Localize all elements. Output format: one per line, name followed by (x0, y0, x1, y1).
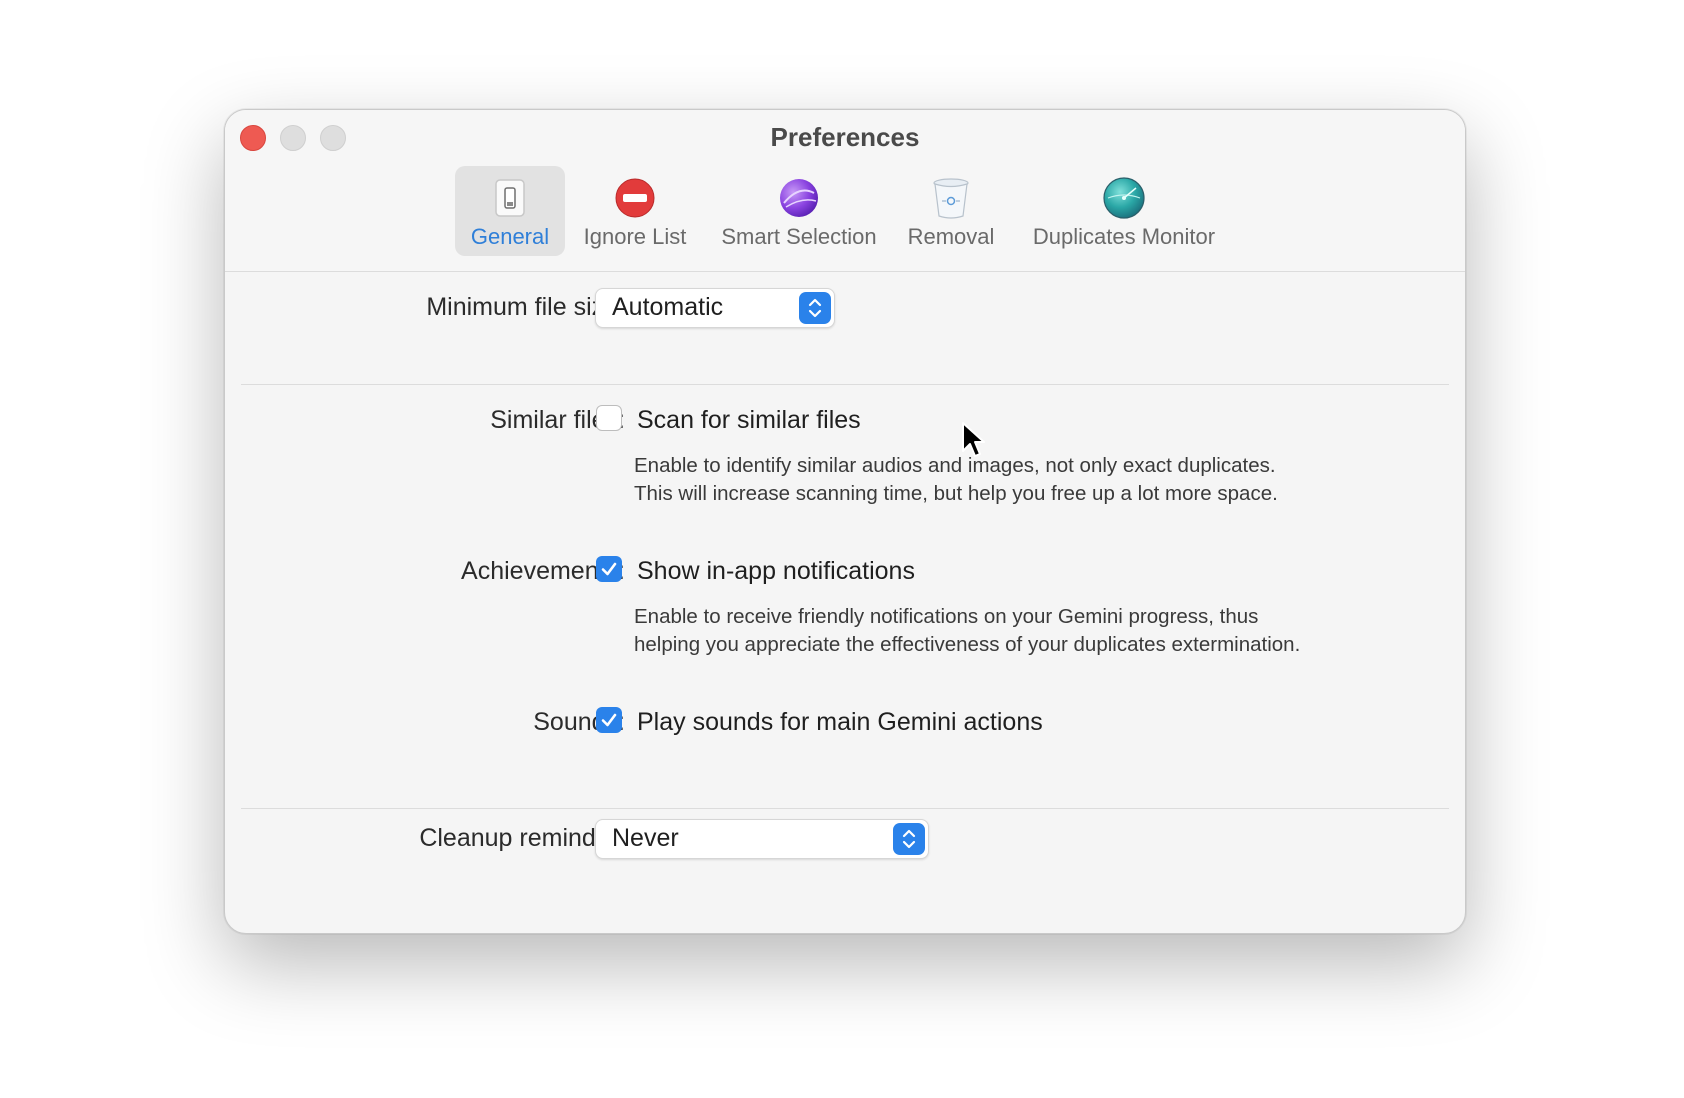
preferences-window: Preferences General Ignore List Smart Se… (224, 109, 1466, 934)
tab-duplicates-monitor[interactable]: Duplicates Monitor (1013, 166, 1235, 256)
preferences-toolbar: General Ignore List Smart Selection Remo… (225, 166, 1465, 262)
tab-smart-selection-label: Smart Selection (721, 224, 877, 249)
similar-files-description-line2: This will increase scanning time, but he… (634, 482, 1278, 505)
up-down-chevron-icon (893, 823, 925, 855)
cleanup-reminder-select[interactable]: Never (595, 819, 929, 859)
purple-sphere-icon (777, 176, 821, 220)
up-down-chevron-icon (799, 292, 831, 324)
achievements-description-line2: helping you appreciate the effectiveness… (634, 633, 1301, 656)
tab-general[interactable]: General (455, 166, 565, 256)
tab-duplicates-monitor-label: Duplicates Monitor (1032, 224, 1216, 249)
tab-removal[interactable]: Removal (901, 166, 1001, 256)
similar-files-label: Similar files: (490, 406, 625, 434)
play-sounds-checkbox[interactable] (596, 707, 622, 733)
tab-smart-selection[interactable]: Smart Selection (709, 166, 889, 256)
window-title: Preferences (770, 122, 920, 152)
cleanup-reminder-value: Never (612, 824, 679, 852)
min-file-size-select[interactable]: Automatic (595, 288, 835, 328)
mouse-pointer-icon (961, 421, 987, 464)
achievements-description-line1: Enable to receive friendly notifications… (634, 605, 1259, 628)
scan-similar-files-label[interactable]: Scan for similar files (637, 406, 861, 435)
sounds-label: Sounds: (533, 708, 625, 736)
trash-bin-icon (929, 176, 973, 220)
show-notifications-label[interactable]: Show in-app notifications (637, 557, 915, 586)
similar-files-description-line1: Enable to identify similar audios and im… (634, 454, 1276, 477)
tab-ignore-list[interactable]: Ignore List (573, 166, 697, 256)
min-file-size-label: Minimum file size: (426, 293, 625, 321)
min-file-size-value: Automatic (612, 293, 724, 321)
no-entry-icon (613, 176, 657, 220)
divider (241, 808, 1449, 809)
titlebar: Preferences General Ignore List Smart Se… (225, 110, 1465, 272)
play-sounds-label[interactable]: Play sounds for main Gemini actions (637, 708, 1043, 737)
scan-similar-files-checkbox[interactable] (596, 405, 622, 431)
tab-ignore-list-label: Ignore List (583, 224, 687, 249)
tab-general-label: General (470, 224, 550, 249)
checkmark-icon (601, 562, 617, 576)
achievements-label: Achievements: (461, 557, 625, 585)
general-switch-icon (488, 176, 532, 220)
checkmark-icon (601, 713, 617, 727)
tab-removal-label: Removal (907, 224, 995, 249)
radar-globe-icon (1102, 176, 1146, 220)
cleanup-reminder-label: Cleanup reminder: (419, 824, 625, 852)
divider (241, 384, 1449, 385)
show-notifications-checkbox[interactable] (596, 556, 622, 582)
